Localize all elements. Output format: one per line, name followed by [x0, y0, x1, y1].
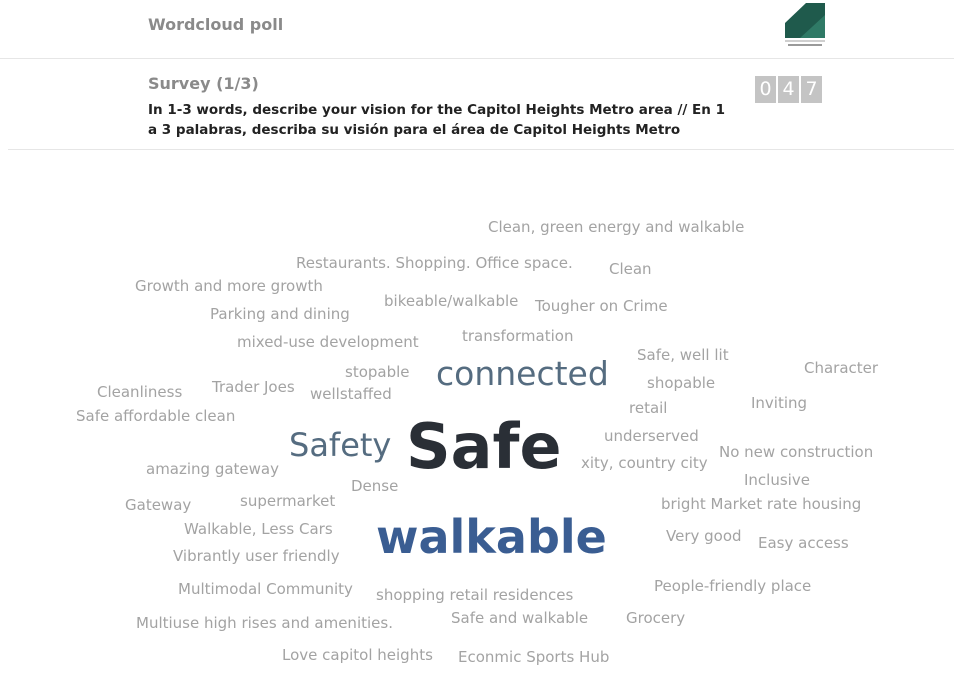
- cloud-word: transformation: [462, 327, 574, 345]
- cloud-word: Tougher on Crime: [535, 297, 668, 315]
- cloud-word: Gateway: [125, 496, 192, 514]
- question-panel: Survey (1/3) In 1-3 words, describe your…: [8, 59, 954, 150]
- planning-department-logo: [784, 3, 826, 49]
- cloud-word: People-friendly place: [654, 577, 812, 595]
- cloud-word: Growth and more growth: [135, 277, 323, 295]
- cloud-word: bikeable/walkable: [384, 292, 519, 310]
- cloud-word: xity, country city: [581, 454, 708, 472]
- cloud-word: Econmic Sports Hub: [458, 648, 610, 666]
- cloud-word: amazing gateway: [146, 460, 279, 478]
- cloud-word: retail: [629, 399, 668, 417]
- cloud-word: Safe, well lit: [637, 346, 729, 364]
- cloud-word-walkable: walkable: [376, 510, 607, 564]
- cloud-word: shopping retail residences: [376, 586, 574, 604]
- cloud-word: Walkable, Less Cars: [184, 520, 333, 538]
- cloud-word: Parking and dining: [210, 305, 350, 323]
- cloud-word: Safe and walkable: [451, 609, 589, 627]
- question-text: In 1-3 words, describe your vision for t…: [148, 102, 725, 138]
- cloud-word: Love capitol heights: [282, 646, 433, 664]
- cloud-word: Clean: [609, 260, 652, 278]
- app-header: Wordcloud poll: [0, 0, 954, 59]
- cloud-word: Safe affordable clean: [76, 407, 236, 425]
- cloud-word: Clean, green energy and walkable: [488, 218, 745, 236]
- app-title: Wordcloud poll: [148, 15, 284, 34]
- cloud-word: Easy access: [758, 534, 849, 552]
- cloud-word: Very good: [666, 527, 742, 545]
- cloud-word: Dense: [351, 477, 399, 495]
- cloud-word: supermarket: [240, 492, 336, 510]
- cloud-word: stopable: [345, 363, 410, 381]
- cloud-word-safety: Safety: [289, 426, 392, 464]
- cloud-word: Vibrantly user friendly: [173, 547, 340, 565]
- cloud-word: Multiuse high rises and amenities.: [136, 614, 393, 632]
- cloud-word: mixed-use development: [237, 333, 419, 351]
- cloud-word: Trader Joes: [212, 378, 295, 396]
- counter-digit: 0: [755, 76, 776, 103]
- cloud-word: Cleanliness: [97, 383, 183, 401]
- survey-progress-label: Survey (1/3): [148, 74, 259, 93]
- word-cloud: Clean, green energy and walkable Restaur…: [0, 150, 954, 677]
- cloud-word: No new construction: [719, 443, 874, 461]
- cloud-word-safe: Safe: [406, 410, 562, 483]
- cloud-word: Restaurants. Shopping. Office space.: [296, 254, 573, 272]
- cloud-word: shopable: [647, 374, 716, 392]
- cloud-word: Inclusive: [744, 471, 810, 489]
- cloud-word: bright Market rate housing: [661, 495, 862, 513]
- cloud-word: underserved: [604, 427, 699, 445]
- counter-digit: 4: [778, 76, 799, 103]
- cloud-word-connected: connected: [436, 354, 609, 393]
- counter-digit: 7: [801, 76, 822, 103]
- cloud-word: Inviting: [751, 394, 808, 412]
- cloud-word: Character: [804, 359, 879, 377]
- cloud-word: wellstaffed: [310, 385, 392, 403]
- cloud-word: Grocery: [626, 609, 686, 627]
- cloud-word: Multimodal Community: [178, 580, 353, 598]
- response-counter: 0 4 7: [755, 76, 822, 103]
